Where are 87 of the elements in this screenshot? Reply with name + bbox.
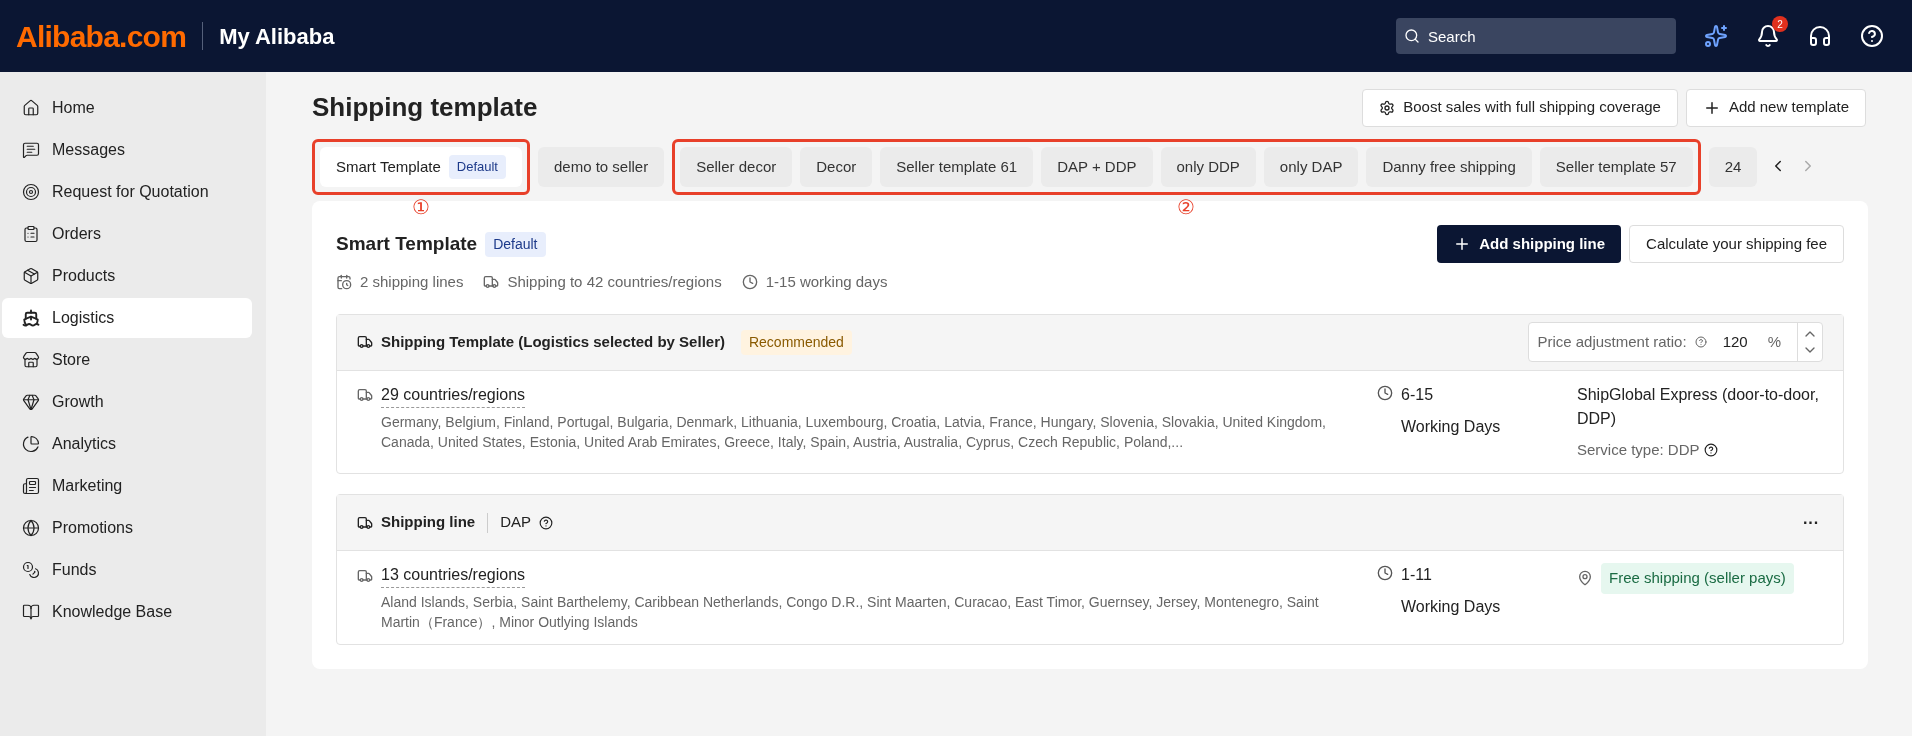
template-tab[interactable]: Danny free shipping (1366, 147, 1532, 187)
app-title: My Alibaba (219, 22, 335, 51)
recommended-tag: Recommended (740, 329, 852, 355)
pie-chart-icon (22, 435, 40, 453)
country-list: Germany, Belgium, Finland, Portugal, Bulgaria, Denmark, Lithuania, Luxembourg, Croatia, Latvia, France, Hungary, Slovenia, Slovakia, United Kingdom, Canada, United States, Estonia, United Arab Emirates, Greece, Italy, Spain, Austria, Australia, Cyprus, Czech Republic, Poland,... (381, 411, 1331, 452)
nav-item[interactable]: Store (2, 340, 252, 380)
calculate-fee-button[interactable]: Calculate your shipping fee (1629, 225, 1844, 263)
ad-icon (22, 477, 40, 495)
help-icon[interactable] (539, 515, 553, 530)
truck-icon (357, 514, 373, 531)
boost-sales-button[interactable]: Boost sales with full shipping coverage (1362, 88, 1678, 127)
globe-icon (22, 519, 40, 537)
nav-item[interactable]: Home (2, 88, 252, 128)
help-icon[interactable] (1703, 442, 1718, 457)
default-badge: Default (448, 155, 506, 179)
more-menu[interactable]: ··· (1803, 510, 1819, 535)
nav-item[interactable]: Analytics (2, 424, 252, 464)
service-name: ShipGlobal Express (door-to-door, DDP) (1577, 384, 1820, 429)
page-title: Shipping template (312, 91, 538, 124)
ratio-field[interactable]: Price adjustment ratio: 120 % (1528, 322, 1823, 362)
template-tab[interactable]: Seller decor (680, 147, 793, 187)
section-title: Shipping line (381, 512, 476, 533)
free-shipping-tag: Free shipping (seller pays) (1601, 563, 1794, 594)
nav-item[interactable]: Marketing (2, 466, 252, 506)
template-tab[interactable]: DAP + DDP (1041, 147, 1153, 187)
template-title: Smart Template (336, 231, 478, 256)
delivery-days: 6-15 (1401, 382, 1501, 407)
gem-icon (22, 393, 40, 411)
stat-text: 2 shipping lines (360, 272, 464, 292)
search-icon (1404, 28, 1420, 44)
store-icon (22, 351, 40, 369)
truck-icon (483, 274, 500, 291)
country-list: Aland Islands, Serbia, Saint Barthelemy, Caribbean Netherlands, Congo D.R., Sint Maarten, Curacao, East Timor, Guernsey, Jersey, Montenegro, Saint Martin（France）, Minor Outlying Islands (381, 592, 1331, 632)
ship-icon (22, 309, 40, 327)
service-type: Service type: DDP (1577, 439, 1700, 460)
nav-item[interactable]: Orders (2, 214, 252, 254)
truck-icon (357, 567, 373, 584)
nav-item[interactable]: Growth (2, 382, 252, 422)
template-tab[interactable]: only DDP (1160, 147, 1256, 187)
message-icon (22, 141, 40, 159)
nav-item[interactable]: Messages (2, 130, 252, 170)
add-shipping-line-button[interactable]: Add shipping line (1437, 225, 1622, 263)
section-title: Shipping Template (Logistics selected by Seller) (381, 331, 725, 352)
clock-icon (741, 274, 758, 291)
support-icon[interactable] (1808, 24, 1832, 48)
stat-text: Shipping to 42 countries/regions (507, 272, 722, 292)
nav-item[interactable]: Knowledge Base (2, 592, 252, 632)
delivery-days-label: Working Days (1401, 416, 1501, 437)
nav-item[interactable]: Logistics (2, 298, 252, 338)
assistant-icon[interactable] (1704, 24, 1728, 48)
template-tab[interactable]: Seller template 61 (880, 147, 1034, 187)
default-badge: Default (485, 231, 546, 257)
pin-icon (1577, 570, 1593, 587)
countries-link[interactable]: 13 countries/regions (381, 563, 526, 588)
book-icon (22, 603, 40, 621)
template-tab[interactable]: Seller template 57 (1539, 147, 1693, 187)
annotation-number: ② (1177, 197, 1196, 217)
nav-item[interactable]: Products (2, 256, 252, 296)
template-tab[interactable]: only DAP (1263, 147, 1359, 187)
truck-icon (357, 334, 373, 350)
home-icon (22, 99, 40, 117)
clock-icon (1377, 384, 1393, 401)
clock-icon (1377, 565, 1393, 581)
delivery-days-label: Working Days (1401, 597, 1501, 617)
clipboard-icon (22, 225, 40, 243)
template-tab[interactable]: Smart Template Default (320, 147, 522, 187)
search-field[interactable]: Search (1396, 18, 1676, 54)
calendar-icon (336, 274, 352, 291)
template-tab[interactable]: 24 (1708, 147, 1758, 187)
target-icon (22, 183, 40, 201)
annotation-number: ① (412, 197, 430, 217)
nav-item[interactable]: Funds (2, 550, 252, 590)
box-icon (22, 267, 40, 285)
notification-badge: 2 (1772, 16, 1788, 32)
nav-item[interactable]: Promotions (2, 508, 252, 548)
logo[interactable]: Alibaba.com (16, 13, 187, 59)
incoterm-text: DAP (500, 512, 531, 533)
template-tab[interactable]: Decor (800, 147, 873, 187)
settings-icon (1379, 99, 1396, 116)
add-template-button[interactable]: Add new template (1685, 88, 1866, 127)
delivery-days: 1-11 (1401, 563, 1501, 587)
countries-link[interactable]: 29 countries/regions (381, 382, 526, 408)
template-tab[interactable]: demo to seller (537, 147, 665, 187)
nav-item[interactable]: Request for Quotation (2, 172, 252, 212)
coins-icon (22, 561, 40, 579)
stat-text: 1-15 working days (765, 272, 888, 292)
truck-icon (357, 387, 373, 403)
